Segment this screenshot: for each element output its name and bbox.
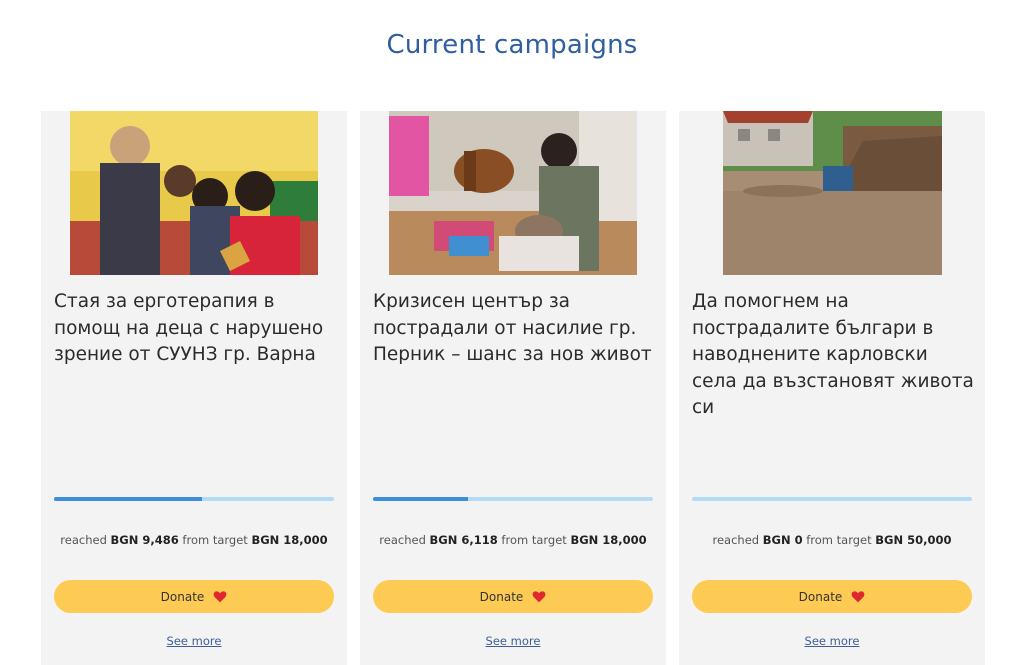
reached-amount: BGN 0 bbox=[762, 533, 803, 547]
reached-amount: BGN 6,118 bbox=[429, 533, 498, 547]
heart-icon bbox=[532, 590, 546, 603]
donate-button[interactable]: Donate bbox=[373, 580, 653, 613]
see-more-link[interactable]: See more bbox=[41, 634, 347, 648]
campaign-reached-text: reached BGN 9,486 from target BGN 18,000 bbox=[60, 533, 328, 547]
campaign-list: Стая за ерготерапия в помощ на деца с на… bbox=[41, 111, 985, 665]
campaign-image-classroom[interactable] bbox=[70, 111, 318, 275]
target-amount: BGN 18,000 bbox=[251, 533, 328, 547]
campaign-card: Кризисен център за пострадали от насилие… bbox=[360, 111, 666, 665]
see-more-link[interactable]: See more bbox=[360, 634, 666, 648]
donate-label: Donate bbox=[160, 589, 205, 604]
donate-button[interactable]: Donate bbox=[692, 580, 972, 613]
campaign-image-flood[interactable] bbox=[723, 111, 942, 275]
target-amount: BGN 18,000 bbox=[570, 533, 647, 547]
campaign-title[interactable]: Стая за ерготерапия в помощ на деца с на… bbox=[54, 289, 339, 369]
progress-fill bbox=[54, 497, 202, 501]
reached-amount: BGN 9,486 bbox=[110, 533, 179, 547]
donate-button[interactable]: Donate bbox=[54, 580, 334, 613]
campaign-title[interactable]: Кризисен център за пострадали от насилие… bbox=[373, 289, 658, 369]
campaign-title[interactable]: Да помогнем на пострадалите българи в на… bbox=[692, 289, 977, 422]
campaign-reached-text: reached BGN 0 from target BGN 50,000 bbox=[712, 533, 952, 547]
heart-icon bbox=[851, 590, 865, 603]
campaign-card: Да помогнем на пострадалите българи в на… bbox=[679, 111, 985, 665]
donate-label: Donate bbox=[798, 589, 843, 604]
campaign-progress-bar bbox=[692, 497, 972, 501]
target-amount: BGN 50,000 bbox=[875, 533, 952, 547]
see-more-link[interactable]: See more bbox=[679, 634, 985, 648]
donate-label: Donate bbox=[479, 589, 524, 604]
section-title: Current campaigns bbox=[386, 30, 638, 60]
campaign-card: Стая за ерготерапия в помощ на деца с на… bbox=[41, 111, 347, 665]
campaign-progress-bar bbox=[54, 497, 334, 501]
progress-fill bbox=[373, 497, 469, 501]
heart-icon bbox=[213, 590, 227, 603]
campaign-progress-bar bbox=[373, 497, 653, 501]
campaign-reached-text: reached BGN 6,118 from target BGN 18,000 bbox=[379, 533, 647, 547]
campaign-image-playroom[interactable] bbox=[389, 111, 637, 275]
